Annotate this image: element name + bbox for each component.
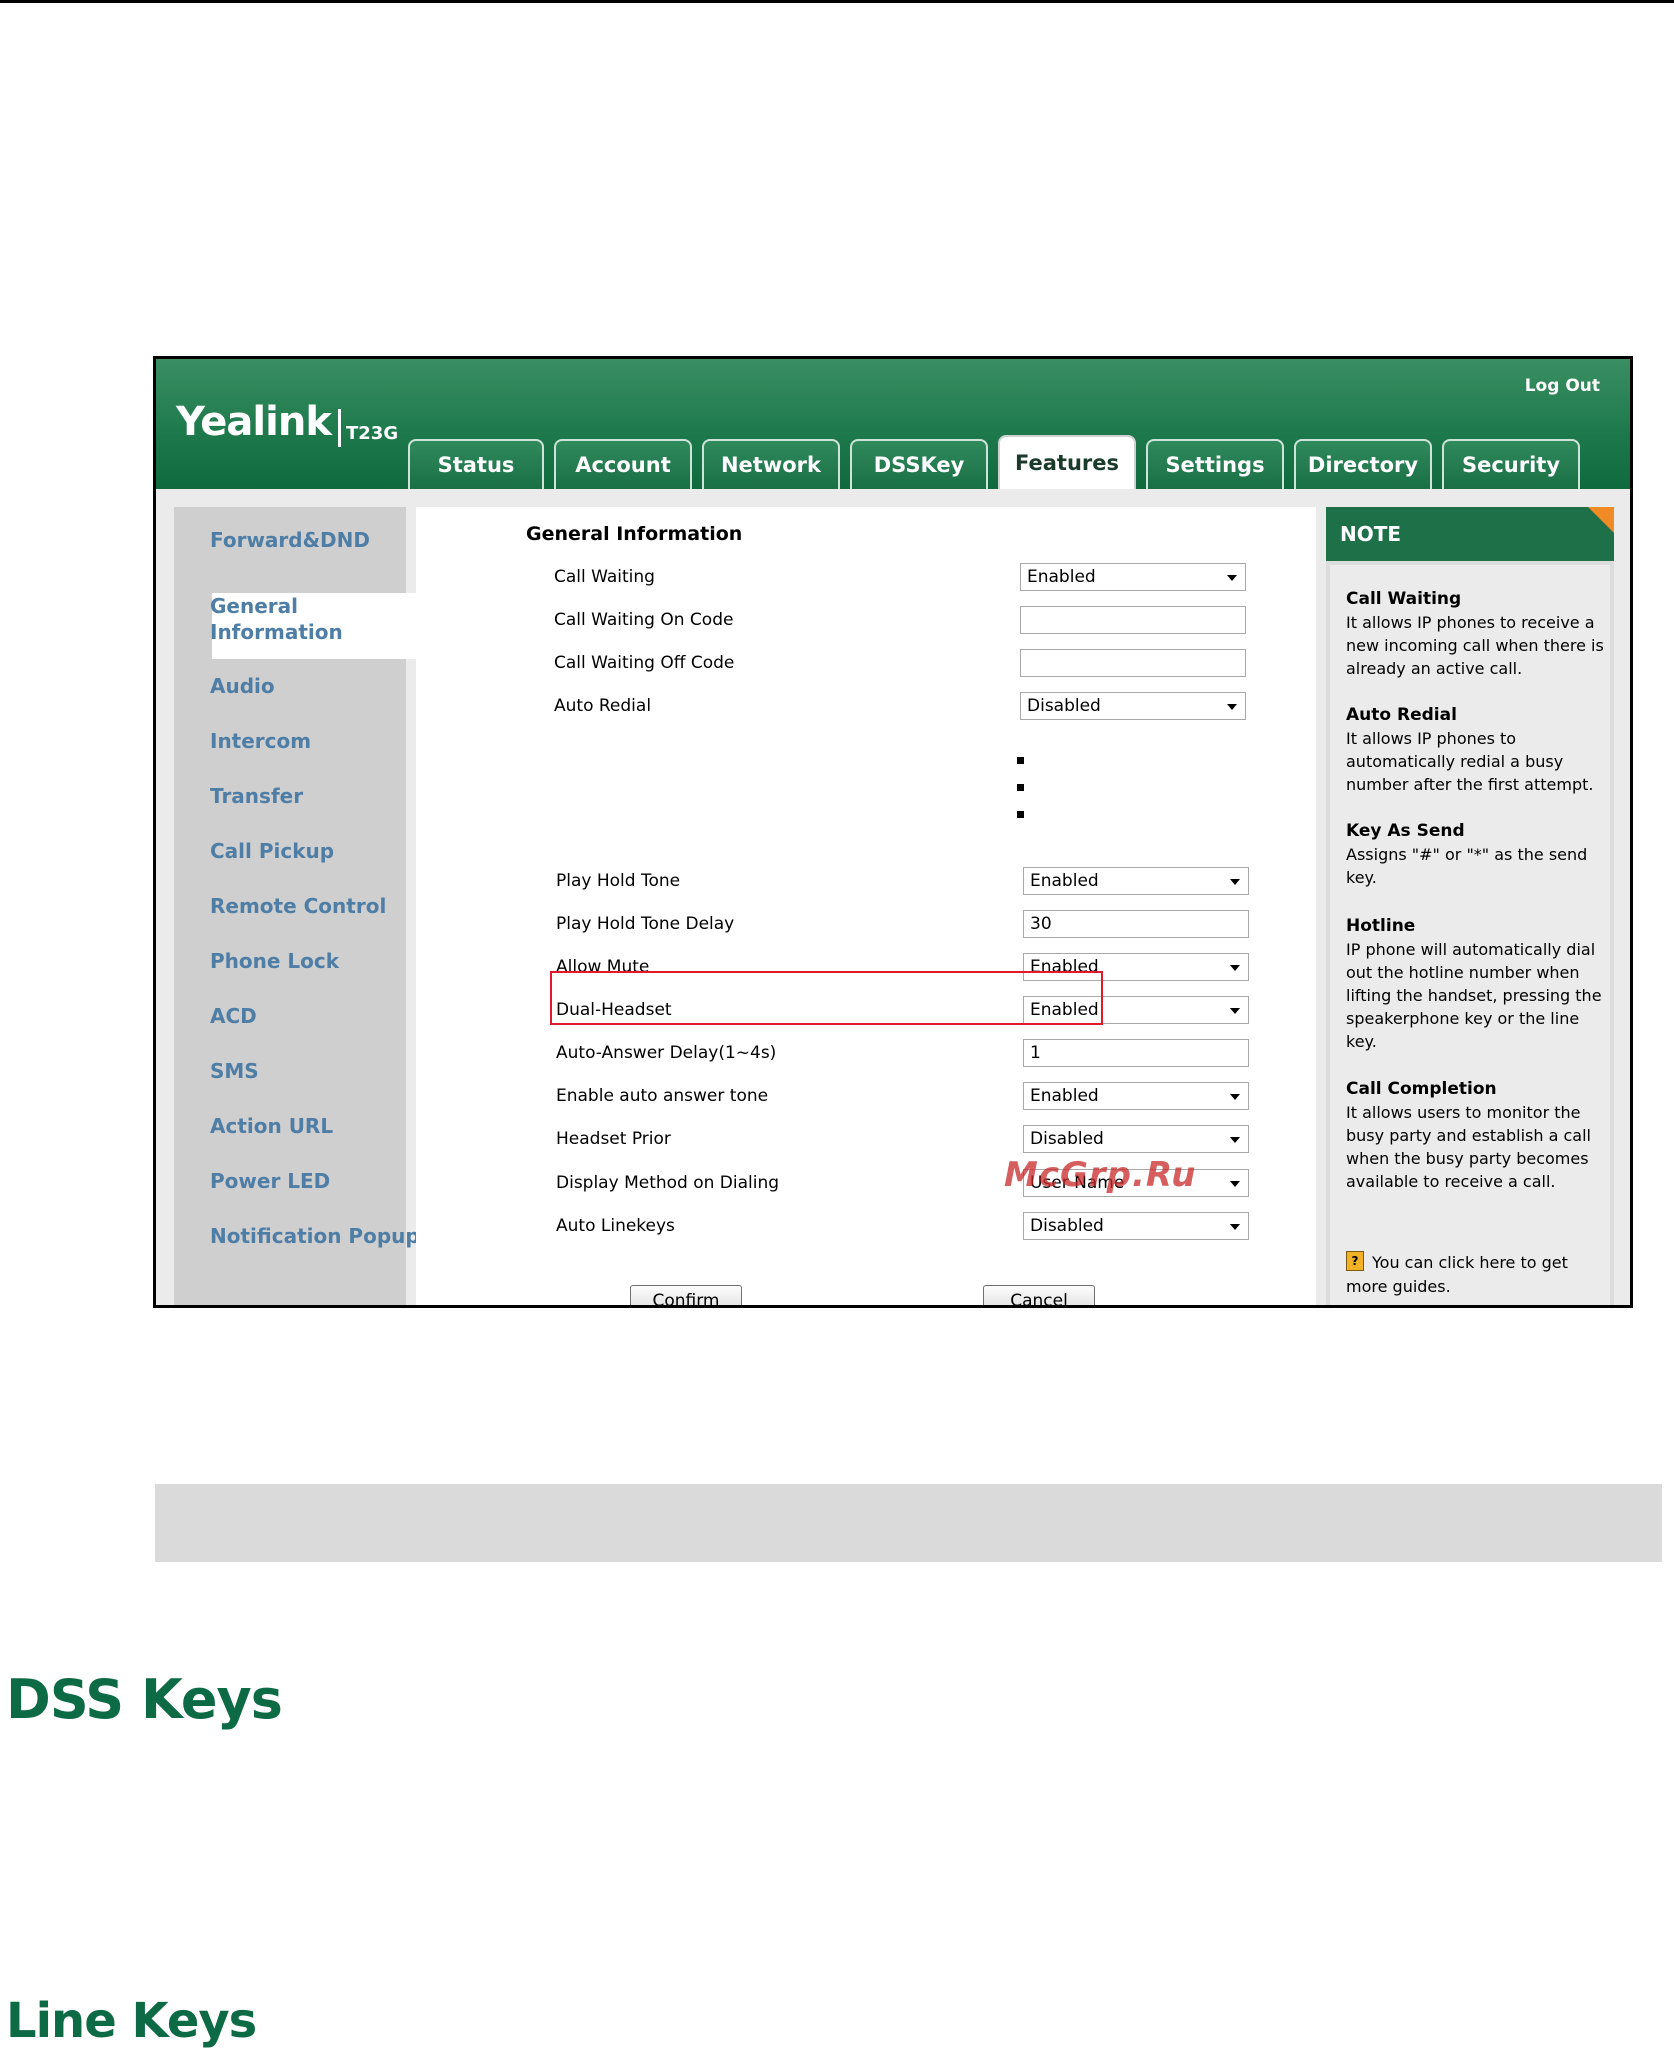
note-item-title: Call Completion — [1346, 1079, 1497, 1099]
note-corner-icon — [1588, 507, 1614, 533]
heading-dss-keys: DSS Keys — [6, 1668, 283, 1731]
sidebar-item-audio[interactable]: Audio — [210, 673, 275, 699]
label-call-waiting: Call Waiting — [554, 567, 655, 587]
select-auto-linekeys[interactable]: Disabled — [1023, 1212, 1249, 1240]
note-panel: NOTE Call Waiting It allows IP phones to… — [1326, 507, 1614, 1305]
gray-bar — [155, 1484, 1662, 1562]
select-auto-redial[interactable]: Disabled — [1020, 692, 1246, 720]
main-tabs: Status Account Network DSSKey Features S… — [408, 435, 1580, 489]
sidebar-item-phone-lock[interactable]: Phone Lock — [210, 948, 339, 974]
note-item-text: IP phone will automatically dial out the … — [1346, 940, 1602, 1051]
label-call-waiting-on-code: Call Waiting On Code — [554, 610, 734, 630]
sidebar-item-general-information-2[interactable]: Information — [210, 619, 343, 645]
note-item-text: It allows IP phones to automatically redi… — [1346, 729, 1594, 794]
logo-separator — [338, 409, 341, 447]
input-call-waiting-off-code[interactable] — [1020, 649, 1246, 677]
select-call-waiting[interactable]: Enabled — [1020, 563, 1246, 591]
ellipsis-dot — [1017, 784, 1024, 791]
guide-link-continued[interactable]: more guides. — [1346, 1275, 1606, 1298]
input-play-hold-tone-delay[interactable]: 30 — [1023, 910, 1249, 938]
label-auto-linekeys: Auto Linekeys — [556, 1216, 675, 1236]
select-headset-prior[interactable]: Disabled — [1023, 1125, 1249, 1153]
tab-network[interactable]: Network — [702, 439, 840, 489]
label-headset-prior: Headset Prior — [556, 1129, 671, 1149]
note-item-text: It allows IP phones to receive a new inco… — [1346, 613, 1604, 678]
tab-dsskey[interactable]: DSSKey — [850, 439, 988, 489]
header-bar: Yealink T23G Log Out Status Account Netw… — [156, 359, 1630, 489]
note-body: Call Waiting It allows IP phones to rece… — [1330, 565, 1612, 1305]
label-play-hold-tone-delay: Play Hold Tone Delay — [556, 914, 735, 934]
guide-link[interactable]: You can click here to get — [1372, 1251, 1612, 1274]
note-item-title: Call Waiting — [1346, 589, 1462, 609]
model-label: T23G — [346, 423, 399, 444]
sidebar-item-general-information-1[interactable]: General — [210, 593, 298, 619]
input-call-waiting-on-code[interactable] — [1020, 606, 1246, 634]
note-item-title: Auto Redial — [1346, 705, 1457, 725]
label-play-hold-tone: Play Hold Tone — [556, 871, 681, 891]
sidebar-item-notification-popups[interactable]: Notification Popups — [210, 1223, 432, 1249]
ellipsis-dot — [1017, 757, 1024, 764]
sidebar-item-acd[interactable]: ACD — [210, 1003, 257, 1029]
body-area: Forward&DND General Information Audio In… — [156, 489, 1630, 1305]
tab-features[interactable]: Features — [998, 435, 1136, 489]
label-display-method-on-dialing: Display Method on Dialing — [556, 1173, 780, 1193]
sidebar-item-action-url[interactable]: Action URL — [210, 1113, 333, 1139]
heading-line-keys: Line Keys — [6, 1993, 257, 2049]
logout-link[interactable]: Log Out — [1525, 376, 1600, 396]
section-title: General Information — [526, 523, 743, 545]
sidebar-item-remote-control[interactable]: Remote Control — [210, 893, 386, 919]
sidebar-item-transfer[interactable]: Transfer — [210, 783, 303, 809]
input-auto-answer-delay[interactable]: 1 — [1023, 1039, 1249, 1067]
confirm-button[interactable]: Confirm — [630, 1285, 742, 1305]
tab-security[interactable]: Security — [1442, 439, 1580, 489]
tab-settings[interactable]: Settings — [1146, 439, 1284, 489]
web-ui-screenshot: Yealink T23G Log Out Status Account Netw… — [153, 356, 1633, 1308]
cancel-button[interactable]: Cancel — [983, 1285, 1095, 1305]
settings-form: General Information Call Waiting Enabled… — [416, 507, 1316, 1305]
yealink-logo: Yealink — [176, 399, 332, 445]
label-enable-auto-answer-tone: Enable auto answer tone — [556, 1086, 769, 1106]
tab-directory[interactable]: Directory — [1294, 439, 1432, 489]
sidebar: Forward&DND General Information Audio In… — [174, 507, 432, 1305]
note-item-text: Assigns "#" or "*" as the send key. — [1346, 845, 1588, 887]
top-rule — [0, 0, 1674, 3]
sidebar-item-power-led[interactable]: Power LED — [210, 1168, 330, 1194]
label-call-waiting-off-code: Call Waiting Off Code — [554, 653, 735, 673]
select-enable-auto-answer-tone[interactable]: Enabled — [1023, 1082, 1249, 1110]
sidebar-item-call-pickup[interactable]: Call Pickup — [210, 838, 334, 864]
highlight-box — [550, 971, 1103, 1025]
watermark: McGrp.Ru — [1004, 1155, 1197, 1195]
note-item-text: It allows users to monitor the busy party… — [1346, 1103, 1591, 1191]
select-play-hold-tone[interactable]: Enabled — [1023, 867, 1249, 895]
sidebar-item-forward-dnd[interactable]: Forward&DND — [210, 527, 370, 553]
label-auto-answer-delay: Auto-Answer Delay(1~4s) — [556, 1043, 777, 1063]
note-title: NOTE — [1326, 507, 1614, 561]
sidebar-item-intercom[interactable]: Intercom — [210, 728, 311, 754]
label-auto-redial: Auto Redial — [554, 696, 652, 716]
tab-account[interactable]: Account — [554, 439, 692, 489]
ellipsis-dot — [1017, 811, 1024, 818]
guide-icon[interactable]: ? — [1346, 1251, 1364, 1271]
note-item-title: Key As Send — [1346, 821, 1465, 841]
note-item-title: Hotline — [1346, 916, 1416, 936]
tab-status[interactable]: Status — [408, 439, 544, 489]
sidebar-item-sms[interactable]: SMS — [210, 1058, 259, 1084]
